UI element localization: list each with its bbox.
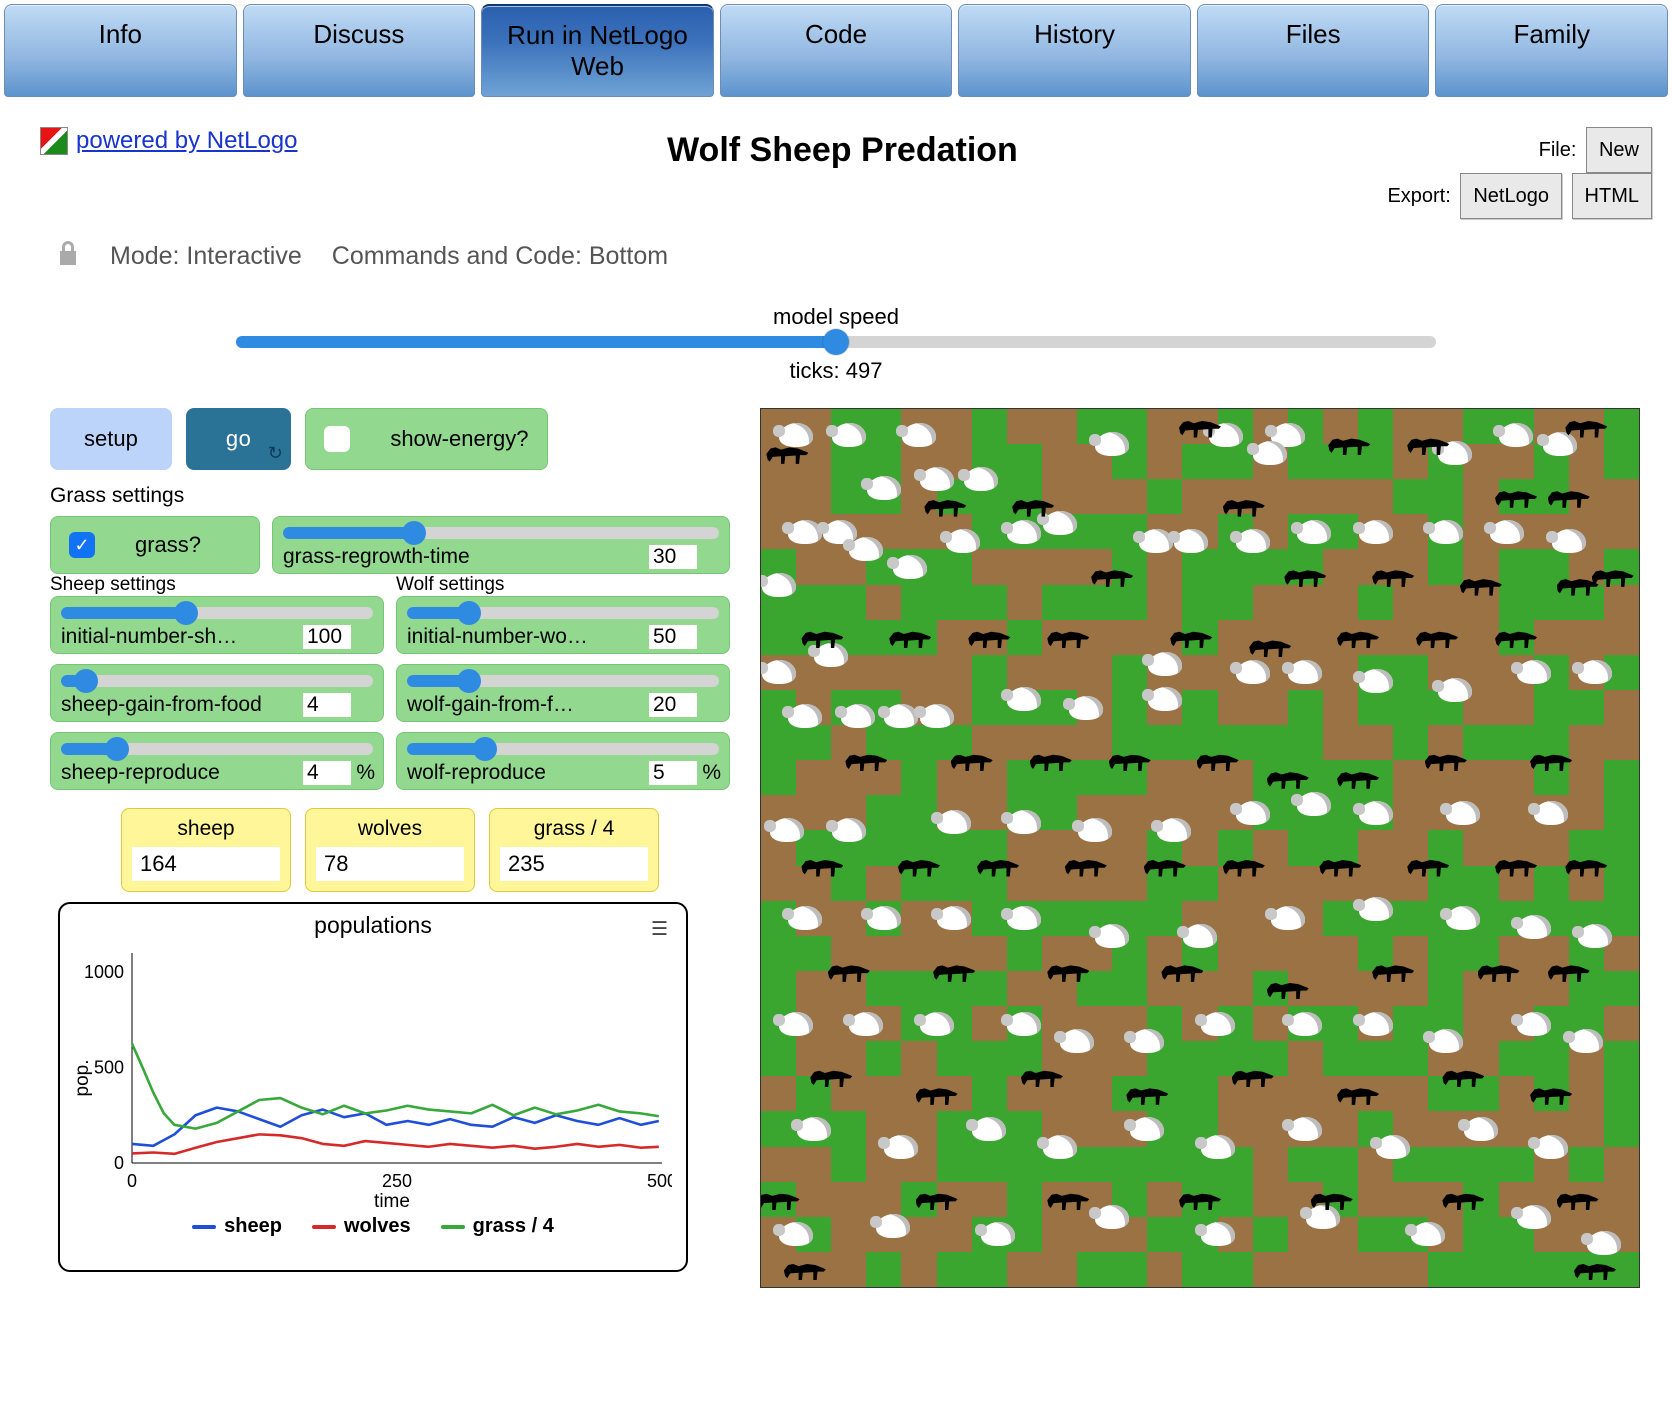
- slider-name: initial-number-sh…: [59, 625, 303, 649]
- tab-history[interactable]: History: [958, 4, 1191, 97]
- svg-text:time: time: [374, 1191, 410, 1212]
- legend-entry: sheep: [192, 1215, 282, 1238]
- slider-value: 5: [649, 761, 697, 785]
- monitor-wolves: wolves 78: [305, 808, 475, 892]
- slider-name: grass-regrowth-time: [281, 545, 649, 569]
- world-view[interactable]: [760, 408, 1640, 1288]
- slider-unit: %: [697, 761, 721, 785]
- plot-menu-icon[interactable]: ☰: [651, 918, 668, 941]
- section-sheep: Sheep settings: [50, 574, 384, 596]
- svg-text:1000: 1000: [84, 962, 124, 982]
- svg-text:0: 0: [114, 1153, 124, 1173]
- slider-wolf-reproduce[interactable]: wolf-reproduce5%: [396, 732, 730, 790]
- legend-entry: wolves: [312, 1215, 411, 1238]
- loop-icon: ↻: [268, 443, 284, 464]
- monitor-grass: grass / 4 235: [489, 808, 659, 892]
- slider-sheep-reproduce[interactable]: sheep-reproduce4%: [50, 732, 384, 790]
- slider-value: 4: [303, 693, 351, 717]
- powered-by: powered by NetLogo: [40, 127, 297, 155]
- tab-code[interactable]: Code: [720, 4, 953, 97]
- switch-label: show-energy?: [390, 426, 528, 452]
- ticks-readout: ticks: 497: [790, 358, 883, 384]
- tab-run-in-netlogo-web[interactable]: Run in NetLogo Web: [481, 4, 714, 97]
- tab-discuss[interactable]: Discuss: [243, 4, 476, 97]
- mode-text: Mode: Interactive: [110, 242, 302, 271]
- svg-text:250: 250: [382, 1171, 412, 1191]
- plot-title: populations: [72, 912, 674, 939]
- export-block: File: New Export: NetLogo HTML: [1387, 127, 1652, 219]
- checkbox-icon: [324, 426, 350, 452]
- tab-files[interactable]: Files: [1197, 4, 1430, 97]
- slider-value: 4: [303, 761, 351, 785]
- slider-initial-wolves[interactable]: initial-number-wo…50: [396, 596, 730, 654]
- checkbox-icon: ✓: [69, 532, 95, 558]
- section-grass: Grass settings: [50, 484, 730, 508]
- export-label: Export:: [1387, 185, 1450, 207]
- commands-location-text: Commands and Code: Bottom: [332, 242, 668, 271]
- speed-slider[interactable]: [236, 336, 1436, 348]
- tab-info[interactable]: Info: [4, 4, 237, 97]
- speed-label: model speed: [773, 304, 899, 330]
- monitor-sheep: sheep 164: [121, 808, 291, 892]
- slider-value: 50: [649, 625, 697, 649]
- slider-unit: %: [351, 761, 375, 785]
- go-button[interactable]: go ↻: [186, 408, 291, 470]
- tab-family[interactable]: Family: [1435, 4, 1668, 97]
- file-new-button[interactable]: New: [1586, 127, 1652, 173]
- slider-value: 100: [303, 625, 351, 649]
- slider-grass-regrowth[interactable]: grass-regrowth-time 30: [272, 516, 730, 574]
- svg-text:pop.: pop.: [72, 1060, 93, 1097]
- switch-label: grass?: [135, 532, 201, 558]
- slider-value: 30: [649, 545, 697, 569]
- slider-name: initial-number-wo…: [405, 625, 649, 649]
- export-html-button[interactable]: HTML: [1572, 173, 1652, 219]
- show-energy-switch[interactable]: show-energy?: [305, 408, 547, 470]
- svg-text:500: 500: [647, 1171, 672, 1191]
- slider-name: wolf-gain-from-f…: [405, 693, 649, 717]
- svg-text:500: 500: [94, 1058, 124, 1078]
- export-netlogo-button[interactable]: NetLogo: [1460, 173, 1562, 219]
- section-wolf: Wolf settings: [396, 574, 730, 596]
- slider-name: sheep-reproduce: [59, 761, 303, 785]
- slider-value: 20: [649, 693, 697, 717]
- slider-wolf-gain[interactable]: wolf-gain-from-f…20: [396, 664, 730, 722]
- page-title: Wolf Sheep Predation: [297, 131, 1387, 170]
- slider-name: wolf-reproduce: [405, 761, 649, 785]
- svg-text:0: 0: [127, 1171, 137, 1191]
- lock-icon: [56, 239, 80, 274]
- slider-sheep-gain[interactable]: sheep-gain-from-food4: [50, 664, 384, 722]
- setup-button[interactable]: setup: [50, 408, 172, 470]
- netlogo-icon: [40, 127, 68, 155]
- populations-plot: populations ☰ 0 500 1000 0 250 500 time pop. sh…: [58, 902, 688, 1272]
- powered-link[interactable]: powered by NetLogo: [76, 127, 297, 155]
- slider-initial-sheep[interactable]: initial-number-sh…100: [50, 596, 384, 654]
- file-label: File:: [1539, 139, 1577, 161]
- grass-switch[interactable]: ✓ grass?: [50, 516, 260, 574]
- legend-entry: grass / 4: [441, 1215, 554, 1238]
- slider-name: sheep-gain-from-food: [59, 693, 303, 717]
